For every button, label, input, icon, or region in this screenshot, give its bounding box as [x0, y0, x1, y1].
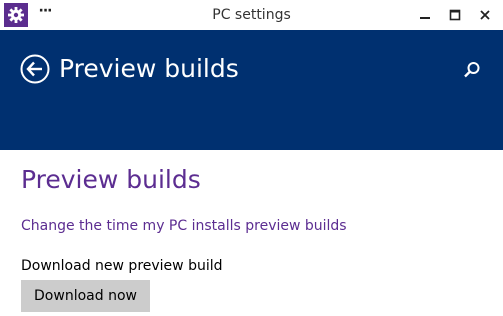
- back-button[interactable]: [20, 54, 50, 84]
- change-install-time-link[interactable]: Change the time my PC installs preview b…: [21, 216, 347, 236]
- header-title: Preview builds: [59, 54, 239, 83]
- minimize-button[interactable]: [412, 3, 438, 27]
- close-button[interactable]: [472, 3, 498, 27]
- close-icon: [480, 10, 490, 20]
- back-arrow-circle-icon: [20, 54, 50, 84]
- minimize-icon: [420, 17, 430, 19]
- pc-settings-window: ··· PC settings Preview builds Preview b…: [0, 0, 503, 316]
- maximize-icon: [449, 9, 461, 21]
- page-title: Preview builds: [21, 165, 201, 194]
- search-button[interactable]: [462, 60, 482, 80]
- header-band: [0, 30, 503, 150]
- download-now-button[interactable]: Download now: [21, 280, 150, 312]
- search-icon: [464, 62, 480, 78]
- title-bar: ··· PC settings: [0, 0, 503, 30]
- download-build-label: Download new preview build: [21, 258, 223, 274]
- maximize-button[interactable]: [442, 3, 468, 27]
